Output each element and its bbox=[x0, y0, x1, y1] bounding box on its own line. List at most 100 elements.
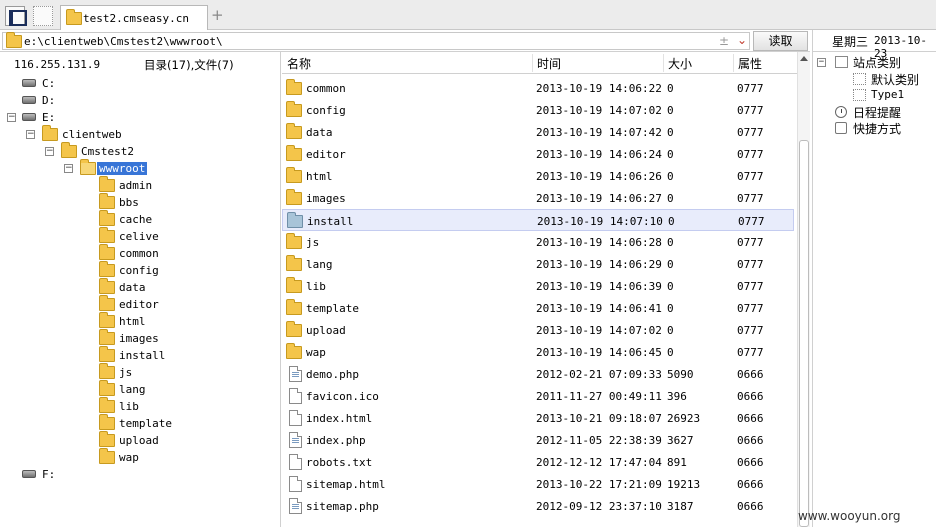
file-size: 0 bbox=[667, 82, 674, 95]
file-row[interactable]: lang 2013-10-19 14:06:29 0 0777 bbox=[282, 253, 794, 275]
file-row[interactable]: index.php 2012-11-05 22:38:39 3627 0666 bbox=[282, 429, 794, 451]
site-category-item[interactable]: 站点类别 bbox=[853, 54, 901, 71]
tree-folder-lib[interactable]: lib bbox=[0, 397, 200, 415]
tree-folder-lang[interactable]: lang bbox=[0, 380, 200, 398]
tree-drive-f[interactable]: F: bbox=[0, 467, 80, 483]
tree-label: cache bbox=[119, 213, 153, 226]
window-icon[interactable] bbox=[5, 6, 27, 26]
tree-label: bbs bbox=[119, 196, 139, 209]
default-category-item[interactable]: 默认类别 bbox=[871, 71, 919, 88]
file-attr: 0777 bbox=[737, 148, 764, 161]
php-file-icon bbox=[289, 498, 302, 514]
file-attr: 0666 bbox=[737, 368, 764, 381]
column-name[interactable]: 名称 bbox=[287, 55, 311, 72]
file-row[interactable]: js 2013-10-19 14:06:28 0 0777 bbox=[282, 231, 794, 253]
file-row[interactable]: upload 2013-10-19 14:07:02 0 0777 bbox=[282, 319, 794, 341]
tree-label: D: bbox=[42, 94, 56, 107]
tree-folder-bbs[interactable]: bbs bbox=[0, 193, 200, 211]
tree-folder-install[interactable]: install bbox=[0, 346, 200, 364]
date-display: 星期三 2013-10-23 bbox=[813, 30, 936, 60]
path-input[interactable]: e:\clientweb\Cmstest2\wwwroot\ ± ⌄ bbox=[2, 32, 750, 50]
tab-bar: test2.cmseasy.cn + bbox=[0, 0, 936, 30]
column-divider[interactable] bbox=[733, 54, 734, 72]
tab-site[interactable]: test2.cmseasy.cn bbox=[60, 5, 208, 30]
file-time: 2013-10-19 14:07:02 bbox=[536, 324, 662, 337]
file-row[interactable]: common 2013-10-19 14:06:22 0 0777 bbox=[282, 77, 794, 99]
read-button[interactable]: 读取 bbox=[753, 31, 808, 51]
tree-folder-js[interactable]: js bbox=[0, 363, 200, 381]
column-size[interactable]: 大小 bbox=[668, 55, 692, 72]
plus-minus-icon[interactable]: ± bbox=[719, 34, 729, 48]
file-size: 3627 bbox=[667, 434, 694, 447]
file-row[interactable]: images 2013-10-19 14:06:27 0 0777 bbox=[282, 187, 794, 209]
chevron-down-icon[interactable]: ⌄ bbox=[737, 33, 747, 47]
file-row[interactable]: demo.php 2012-02-21 07:09:33 5090 0666 bbox=[282, 363, 794, 385]
tree-label: C: bbox=[42, 77, 56, 90]
file-row[interactable]: index.html 2013-10-21 09:18:07 26923 0666 bbox=[282, 407, 794, 429]
tree-folder-common[interactable]: common bbox=[0, 244, 200, 262]
tree-label: celive bbox=[119, 230, 159, 243]
file-row[interactable]: data 2013-10-19 14:07:42 0 0777 bbox=[282, 121, 794, 143]
scroll-up-arrow-icon[interactable] bbox=[800, 56, 808, 61]
blank-tab-icon[interactable] bbox=[33, 6, 53, 26]
collapse-icon[interactable]: − bbox=[45, 147, 54, 156]
file-row[interactable]: robots.txt 2012-12-12 17:47:04 891 0666 bbox=[282, 451, 794, 473]
tree-folder-cmstest2[interactable]: − Cmstest2 bbox=[0, 142, 160, 160]
schedule-item[interactable]: 日程提醒 bbox=[853, 104, 901, 121]
file-row[interactable]: sitemap.php 2012-09-12 23:37:10 3187 0666 bbox=[282, 495, 794, 517]
column-time[interactable]: 时间 bbox=[537, 55, 561, 72]
file-size: 0 bbox=[667, 126, 674, 139]
file-size: 19213 bbox=[667, 478, 701, 491]
list-scrollbar[interactable] bbox=[797, 52, 810, 527]
file-name: js bbox=[306, 236, 320, 249]
file-row[interactable]: lib 2013-10-19 14:06:39 0 0777 bbox=[282, 275, 794, 297]
column-divider[interactable] bbox=[532, 54, 533, 72]
file-row[interactable]: editor 2013-10-19 14:06:24 0 0777 bbox=[282, 143, 794, 165]
tree-folder-clientweb[interactable]: − clientweb bbox=[0, 125, 140, 143]
collapse-icon[interactable]: − bbox=[7, 113, 16, 122]
add-tab-button[interactable]: + bbox=[211, 8, 224, 23]
file-size: 0 bbox=[667, 236, 674, 249]
tree-folder-images[interactable]: images bbox=[0, 329, 200, 347]
file-row[interactable]: wap 2013-10-19 14:06:45 0 0777 bbox=[282, 341, 794, 363]
tree-folder-template[interactable]: template bbox=[0, 414, 200, 432]
tree-folder-wap[interactable]: wap bbox=[0, 448, 200, 466]
column-attr[interactable]: 属性 bbox=[738, 55, 762, 72]
file-row[interactable]: template 2013-10-19 14:06:41 0 0777 bbox=[282, 297, 794, 319]
address-bar: e:\clientweb\Cmstest2\wwwroot\ ± ⌄ 读取 bbox=[0, 30, 810, 52]
column-divider[interactable] bbox=[663, 54, 664, 72]
file-attr: 0666 bbox=[737, 500, 764, 513]
folder-icon bbox=[42, 125, 58, 141]
tree-folder-data[interactable]: data bbox=[0, 278, 200, 296]
file-name: index.html bbox=[306, 412, 373, 425]
drive-icon bbox=[22, 470, 36, 478]
tree-folder-editor[interactable]: editor bbox=[0, 295, 200, 313]
folder-icon bbox=[286, 321, 302, 337]
tree-folder-html[interactable]: html bbox=[0, 312, 200, 330]
file-row[interactable]: html 2013-10-19 14:06:26 0 0777 bbox=[282, 165, 794, 187]
collapse-icon[interactable]: − bbox=[26, 130, 35, 139]
collapse-icon[interactable]: − bbox=[64, 164, 73, 173]
tree-drive-d[interactable]: D: bbox=[0, 93, 80, 109]
tree-drive-c[interactable]: C: bbox=[0, 76, 80, 92]
scroll-thumb[interactable] bbox=[799, 140, 809, 527]
type1-item[interactable]: Type1 bbox=[871, 88, 904, 101]
tree-folder-cache[interactable]: cache bbox=[0, 210, 200, 228]
file-name: index.php bbox=[306, 434, 366, 447]
file-row[interactable]: config 2013-10-19 14:07:02 0 0777 bbox=[282, 99, 794, 121]
tree-folder-upload[interactable]: upload bbox=[0, 431, 200, 449]
file-row[interactable]: install 2013-10-19 14:07:10 0 0777 bbox=[282, 209, 794, 231]
tree-folder-config[interactable]: config bbox=[0, 261, 200, 279]
shortcut-icon bbox=[835, 122, 847, 134]
open-folder-icon bbox=[80, 159, 96, 175]
tree-label: editor bbox=[119, 298, 159, 311]
file-row[interactable]: sitemap.html 2013-10-22 17:21:09 19213 0666 bbox=[282, 473, 794, 495]
tree-folder-admin[interactable]: admin bbox=[0, 176, 200, 194]
tree-folder-celive[interactable]: celive bbox=[0, 227, 200, 245]
tree-folder-wwwroot[interactable]: − wwwroot bbox=[0, 159, 160, 177]
collapse-icon[interactable]: − bbox=[817, 58, 826, 67]
file-name: lib bbox=[306, 280, 326, 293]
tree-drive-e[interactable]: − E: bbox=[0, 110, 80, 126]
shortcuts-item[interactable]: 快捷方式 bbox=[853, 120, 901, 137]
file-row[interactable]: favicon.ico 2011-11-27 00:49:11 396 0666 bbox=[282, 385, 794, 407]
